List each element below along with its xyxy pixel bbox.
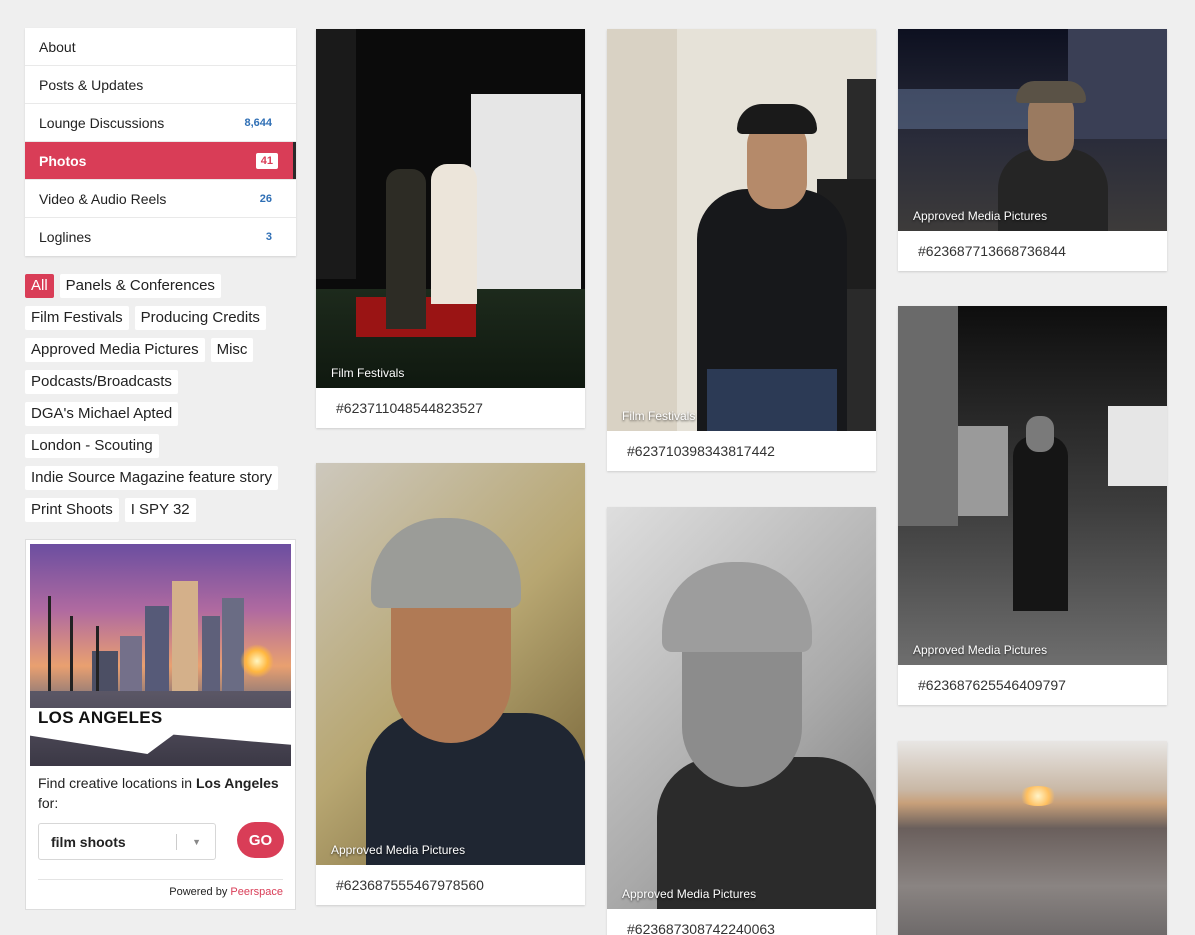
photo-code: #623687713668736844 (918, 243, 1066, 259)
los-angeles-image[interactable]: LOS ANGELES (30, 544, 291, 766)
nav-item-reels[interactable]: Video & Audio Reels 26 (25, 180, 296, 218)
photo-card[interactable]: Approved Media Pictures #623687555467978… (316, 463, 585, 905)
tag-london[interactable]: London - Scouting (25, 434, 159, 458)
nav-item-lounge[interactable]: Lounge Discussions 8,644 (25, 104, 296, 142)
photo-card[interactable]: Approved Media Pictures #623687308742240… (607, 507, 876, 935)
photo-category: Film Festivals (622, 409, 696, 423)
promo-title: LOS ANGELES (38, 708, 163, 727)
tag-film-festivals[interactable]: Film Festivals (25, 306, 129, 330)
photo-image: Film Festivals (607, 29, 876, 431)
tag-print-shoots[interactable]: Print Shoots (25, 498, 119, 522)
chevron-down-icon: ▼ (192, 837, 201, 847)
tag-all[interactable]: All (25, 274, 54, 298)
go-button[interactable]: GO (237, 822, 284, 858)
tag-panels[interactable]: Panels & Conferences (59, 274, 221, 298)
photo-category: Approved Media Pictures (913, 209, 1048, 223)
nav-item-label: Posts & Updates (39, 76, 144, 93)
nav-item-about[interactable]: About (25, 28, 296, 66)
photo-category: Approved Media Pictures (913, 643, 1048, 657)
photo-category: Approved Media Pictures (331, 843, 466, 857)
tag-indie-source[interactable]: Indie Source Magazine feature story (25, 466, 278, 490)
nav-item-photos[interactable]: Photos 41 (25, 142, 296, 180)
promo-divider (38, 879, 283, 880)
photo-card[interactable]: Approved Media Pictures #623687625546409… (898, 306, 1167, 705)
peerspace-link[interactable]: Peerspace (230, 886, 283, 898)
nav-item-label: Video & Audio Reels (39, 190, 167, 207)
photo-category: Film Festivals (331, 366, 405, 380)
peerspace-promo: LOS ANGELES Find creative locations in L… (25, 539, 296, 910)
photo-image: Approved Media Pictures (898, 29, 1167, 231)
activity-select[interactable]: film shoots ▼ (38, 823, 216, 860)
nav-item-posts[interactable]: Posts & Updates (25, 66, 296, 104)
tag-approved-media[interactable]: Approved Media Pictures (25, 338, 205, 362)
photo-image: Approved Media Pictures (898, 306, 1167, 665)
photo-card[interactable]: Film Festivals #623711048544823527 (316, 29, 585, 428)
nav-item-count: 3 (265, 231, 272, 243)
photo-code: #623687625546409797 (918, 677, 1066, 693)
photo-card[interactable]: Film Festivals #623710398343817442 (607, 29, 876, 471)
tag-podcasts[interactable]: Podcasts/Broadcasts (25, 370, 178, 394)
tag-producing-credits[interactable]: Producing Credits (134, 306, 266, 330)
photo-card[interactable] (898, 741, 1167, 935)
powered-by: Powered by Peerspace (169, 886, 283, 898)
profile-nav: About Posts & Updates Lounge Discussions… (25, 28, 296, 256)
photo-category: Approved Media Pictures (622, 887, 757, 901)
photo-image: Approved Media Pictures (316, 463, 585, 865)
nav-item-label: Loglines (39, 229, 92, 245)
activity-select-value: film shoots (51, 833, 126, 850)
promo-city: Los Angeles (195, 775, 279, 791)
photo-image: Film Festivals (316, 29, 585, 388)
tag-misc[interactable]: Misc (210, 338, 254, 362)
nav-item-count: 41 (255, 152, 278, 169)
nav-item-count: 8,644 (244, 116, 272, 129)
nav-item-label: About (39, 38, 76, 55)
tag-dga[interactable]: DGA's Michael Apted (25, 402, 179, 426)
nav-item-loglines[interactable]: Loglines 3 (25, 218, 296, 256)
photo-code: #623687308742240063 (627, 921, 775, 935)
nav-item-label: Lounge Discussions (39, 114, 165, 131)
nav-item-count: 26 (259, 192, 272, 205)
album-tags: All Panels & Conferences Film Festivals … (25, 274, 297, 522)
photo-image (898, 741, 1167, 935)
photo-code: #623687555467978560 (336, 877, 484, 893)
tag-i-spy[interactable]: I SPY 32 (124, 498, 196, 522)
photo-code: #623710398343817442 (627, 443, 775, 459)
photo-code: #623711048544823527 (336, 400, 483, 416)
nav-item-label: Photos (39, 152, 87, 169)
promo-text: Find creative locations in Los Angeles f… (38, 775, 279, 811)
photo-card[interactable]: Approved Media Pictures #623687713668736… (898, 29, 1167, 271)
photo-image: Approved Media Pictures (607, 507, 876, 909)
